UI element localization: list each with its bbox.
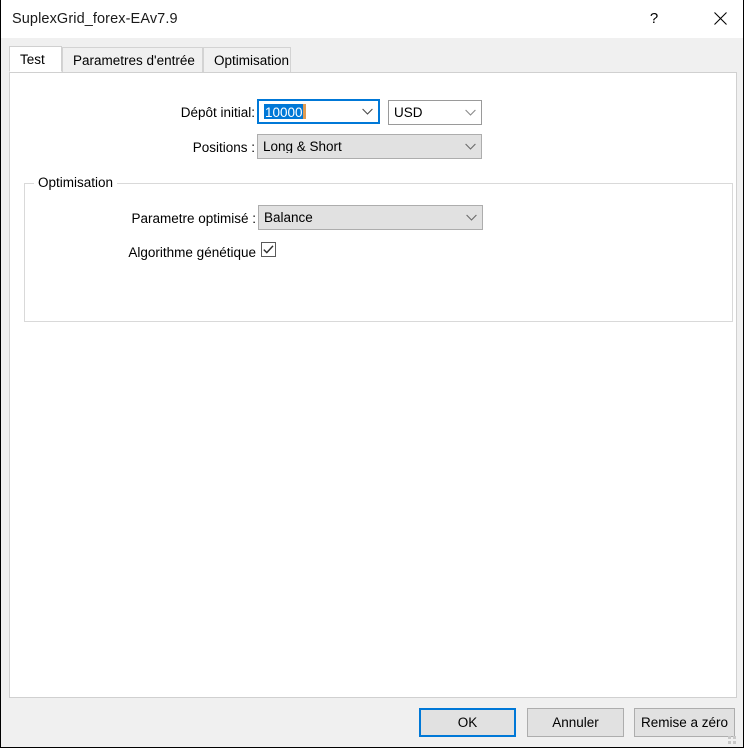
genetic-algorithm-checkbox[interactable]: [261, 242, 276, 257]
positions-value: Long & Short: [258, 140, 459, 154]
ok-button-label: OK: [458, 715, 478, 730]
optimisation-groupbox-title: Optimisation: [34, 176, 117, 190]
deposit-combobox[interactable]: 10000: [257, 99, 380, 124]
checkmark-icon: [263, 245, 274, 254]
tab-optimisation-label: Optimisation: [214, 53, 289, 68]
deposit-value: 10000: [264, 104, 303, 120]
tab-parametres-entree-label: Parametres d'entrée: [73, 53, 195, 68]
deposit-value-text: 10000: [259, 104, 356, 120]
close-icon: [714, 12, 727, 25]
cancel-button-label: Annuler: [552, 715, 599, 730]
resize-grip-icon[interactable]: [728, 732, 740, 744]
currency-combobox[interactable]: USD: [388, 100, 482, 125]
help-button[interactable]: ?: [631, 0, 677, 37]
optimized-parameter-label: Parametre optimisé :: [71, 212, 256, 226]
chevron-down-icon[interactable]: [459, 109, 481, 116]
optimized-parameter-value: Balance: [259, 211, 460, 225]
cancel-button[interactable]: Annuler: [527, 708, 624, 737]
positions-label: Positions :: [70, 141, 255, 155]
currency-value: USD: [389, 106, 459, 120]
chevron-down-icon[interactable]: [460, 214, 482, 221]
reset-button[interactable]: Remise a zéro: [634, 708, 735, 737]
tab-test[interactable]: Test: [9, 46, 62, 72]
tab-strip: Test Parametres d'entrée Optimisation: [9, 47, 737, 73]
question-mark-icon: ?: [650, 11, 658, 26]
tab-content-panel: Dépôt initial: 10000 USD Positions : Lon…: [9, 72, 737, 698]
optimisation-groupbox: Optimisation Parametre optimisé : Balanc…: [24, 183, 733, 322]
title-bar: SuplexGrid_forex-EAv7.9 ?: [1, 0, 743, 39]
tab-optimisation[interactable]: Optimisation: [203, 47, 291, 72]
tab-parametres-entree[interactable]: Parametres d'entrée: [62, 47, 203, 72]
chevron-down-icon[interactable]: [356, 108, 378, 115]
deposit-label: Dépôt initial:: [70, 106, 255, 120]
ok-button[interactable]: OK: [419, 708, 516, 737]
chevron-down-icon[interactable]: [459, 143, 481, 150]
positions-combobox[interactable]: Long & Short: [257, 134, 482, 159]
reset-button-label: Remise a zéro: [641, 715, 728, 730]
close-button[interactable]: [697, 0, 743, 37]
genetic-algorithm-label: Algorithme génétique: [71, 246, 256, 260]
window-title: SuplexGrid_forex-EAv7.9: [12, 11, 178, 27]
footer-bar: OK Annuler Remise a zéro: [1, 699, 743, 747]
tab-test-label: Test: [20, 52, 45, 67]
dialog-window: SuplexGrid_forex-EAv7.9 ? Test Parametre…: [0, 0, 744, 748]
optimized-parameter-combobox[interactable]: Balance: [258, 205, 483, 230]
